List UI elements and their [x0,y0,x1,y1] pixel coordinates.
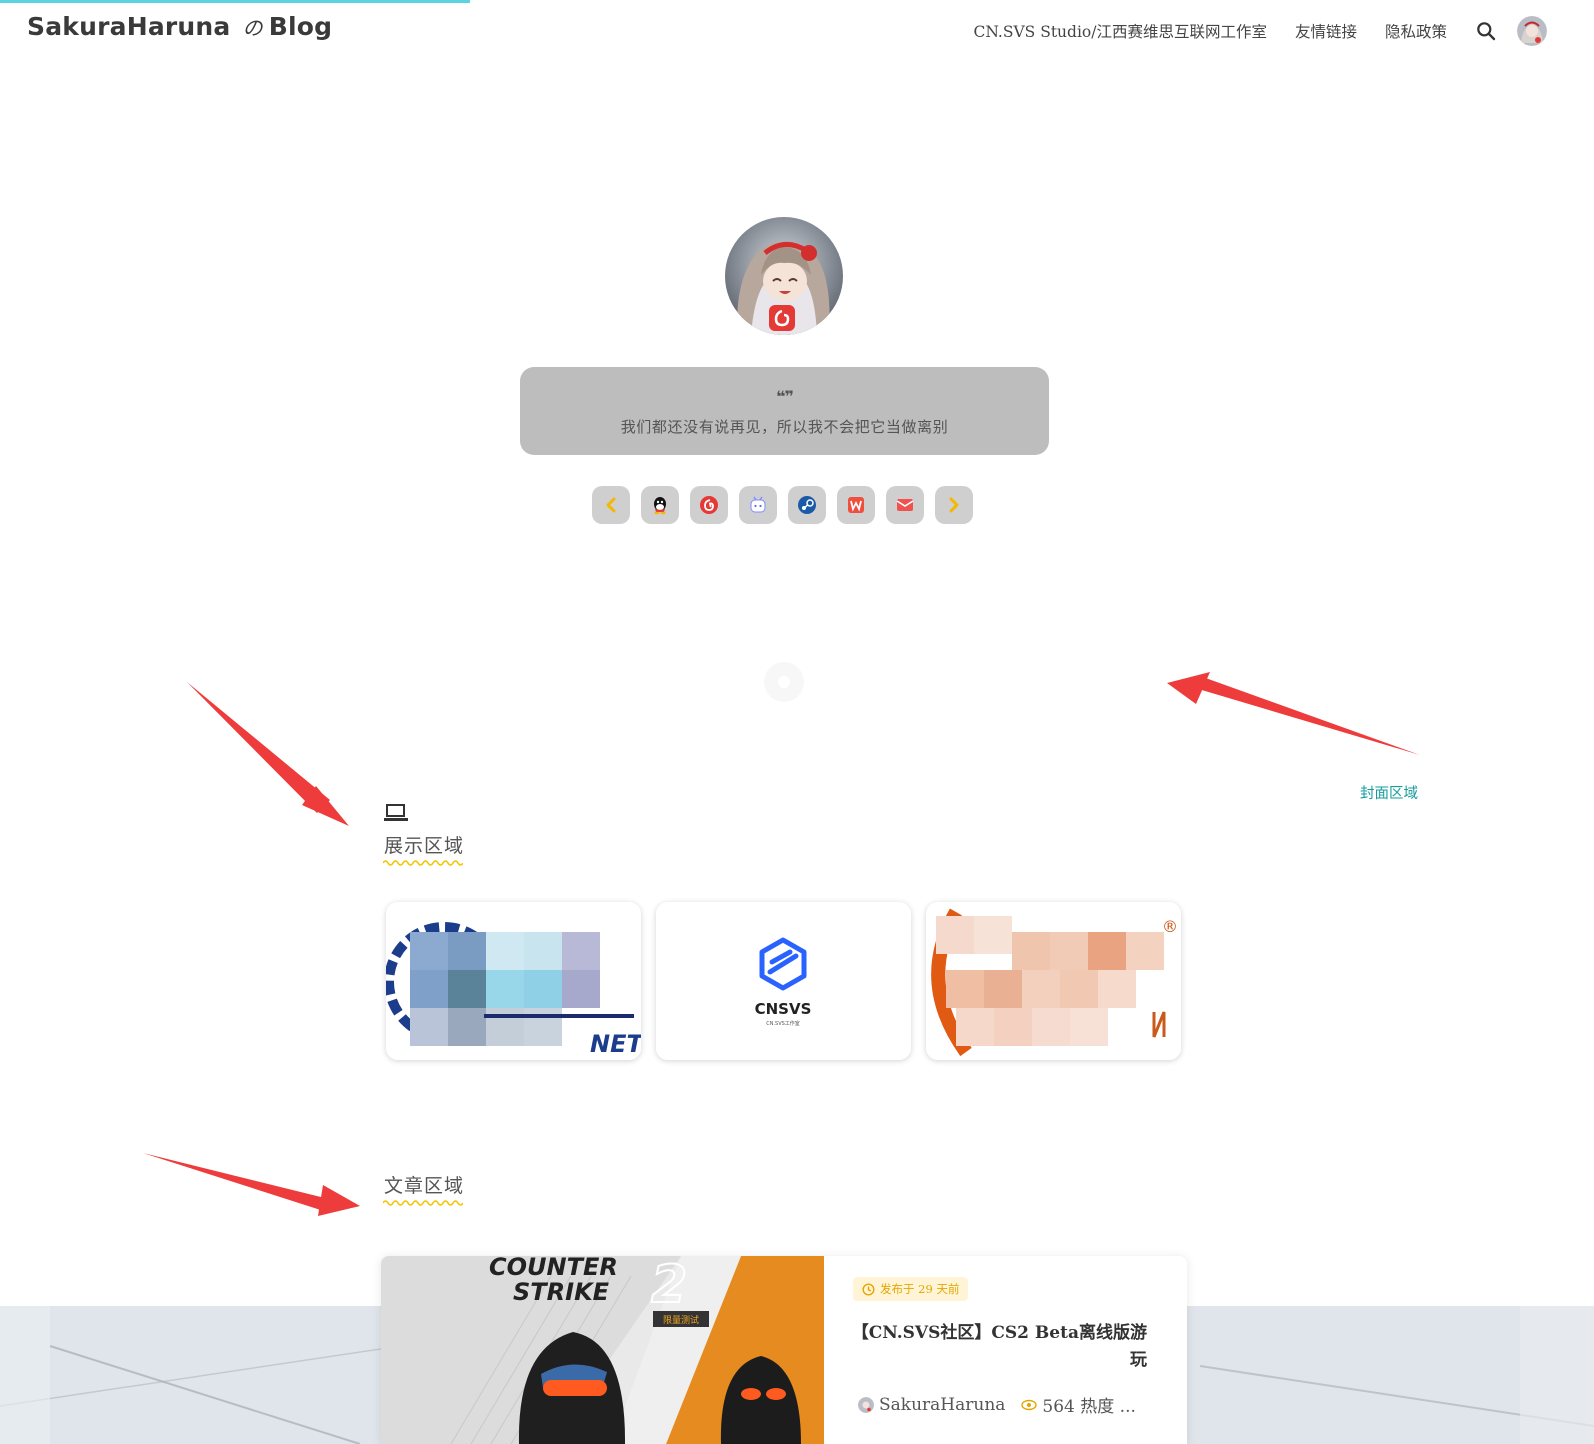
cnsvs-logo-text: CNSVS [755,1000,812,1018]
clock-icon [862,1282,875,1296]
quote-mark-icon: ❝❞ [776,387,794,406]
cover-title-2: STRIKE [513,1278,610,1306]
cnsvs-logo-subtext: CN.SVS工作室 [766,1020,800,1027]
prev-arrow-icon[interactable] [592,486,630,524]
article-date-badge: 发布于 29 天前 [853,1277,969,1301]
nav-privacy-link[interactable]: 隐私政策 [1385,20,1447,42]
annotation-arrows [143,672,1420,1216]
nav-studio-link[interactable]: CN.SVS Studio/江西赛维思互联网工作室 [973,20,1266,42]
next-arrow-icon[interactable] [935,486,973,524]
showcase-card-cnsvs[interactable]: CNSVS CN.SVS工作室 [656,902,911,1060]
site-brand[interactable]: SakuraHaruna の Blog [27,12,332,41]
cover-tag: 限量测试 [663,1314,699,1326]
nav-menu: CN.SVS Studio/江西赛维思互联网工作室 友情链接 隐私政策 [973,14,1594,48]
laptop-icon [384,804,408,821]
cover-area-label: 封面区域 [1360,786,1418,802]
quote-text: 我们都还没有说再见，所以我不会把它当做离别 [620,418,949,436]
articles-section-title: 文章区域 [384,1175,465,1197]
top-navigation: SakuraHaruna の Blog CN.SVS Studio/江西赛维思互联网… [0,0,1594,62]
showcase-card-3[interactable]: ® [926,902,1181,1060]
user-avatar[interactable] [1517,16,1547,46]
wps-icon[interactable] [837,486,875,524]
title-underline [383,1200,463,1206]
brand-blog: Blog [268,12,333,41]
article-title[interactable]: 【CN.SVS社区】CS2 Beta离线版游玩 [851,1320,1147,1374]
card3-registered-mark: ® [1162,917,1178,936]
title-underline [383,860,463,866]
scroll-down-button[interactable] [764,662,804,702]
showcase-card-1[interactable]: NET [386,902,641,1060]
qq-icon[interactable] [641,486,679,524]
nav-friends-link[interactable]: 友情链接 [1295,20,1357,42]
author-avatar [858,1396,874,1413]
article-meta: SakuraHaruna 564 热度 ... [858,1392,1136,1417]
email-icon[interactable] [886,486,924,524]
brand-no: の [242,16,263,40]
netease-music-icon[interactable] [690,486,728,524]
article-author[interactable]: SakuraHaruna [879,1395,1005,1415]
bilibili-icon[interactable] [739,486,777,524]
quote-box: ❝❞ 我们都还没有说再见，所以我不会把它当做离别 [520,367,1049,455]
eye-icon [1021,1399,1038,1410]
brand-name: SakuraHaruna [27,12,231,41]
social-links [592,486,973,524]
article-cover-image: COUNTER STRIKE 2 限量测试 [381,1256,824,1444]
hero-avatar [725,217,843,335]
card1-text: NET [590,1030,641,1058]
showcase-section-title: 展示区域 [384,835,465,857]
article-views: 564 热度 ... [1042,1397,1136,1417]
cover-number: 2 [651,1256,687,1315]
steam-icon[interactable] [788,486,826,524]
article-card[interactable]: COUNTER STRIKE 2 限量测试 发布于 29 天前 【CN.SVS社… [381,1256,1187,1444]
article-date: 发布于 29 天前 [880,1282,960,1296]
showcase-cards: NET CNSVS CN.SVS工作室 ® [386,902,1181,1060]
search-icon[interactable] [1475,20,1497,42]
